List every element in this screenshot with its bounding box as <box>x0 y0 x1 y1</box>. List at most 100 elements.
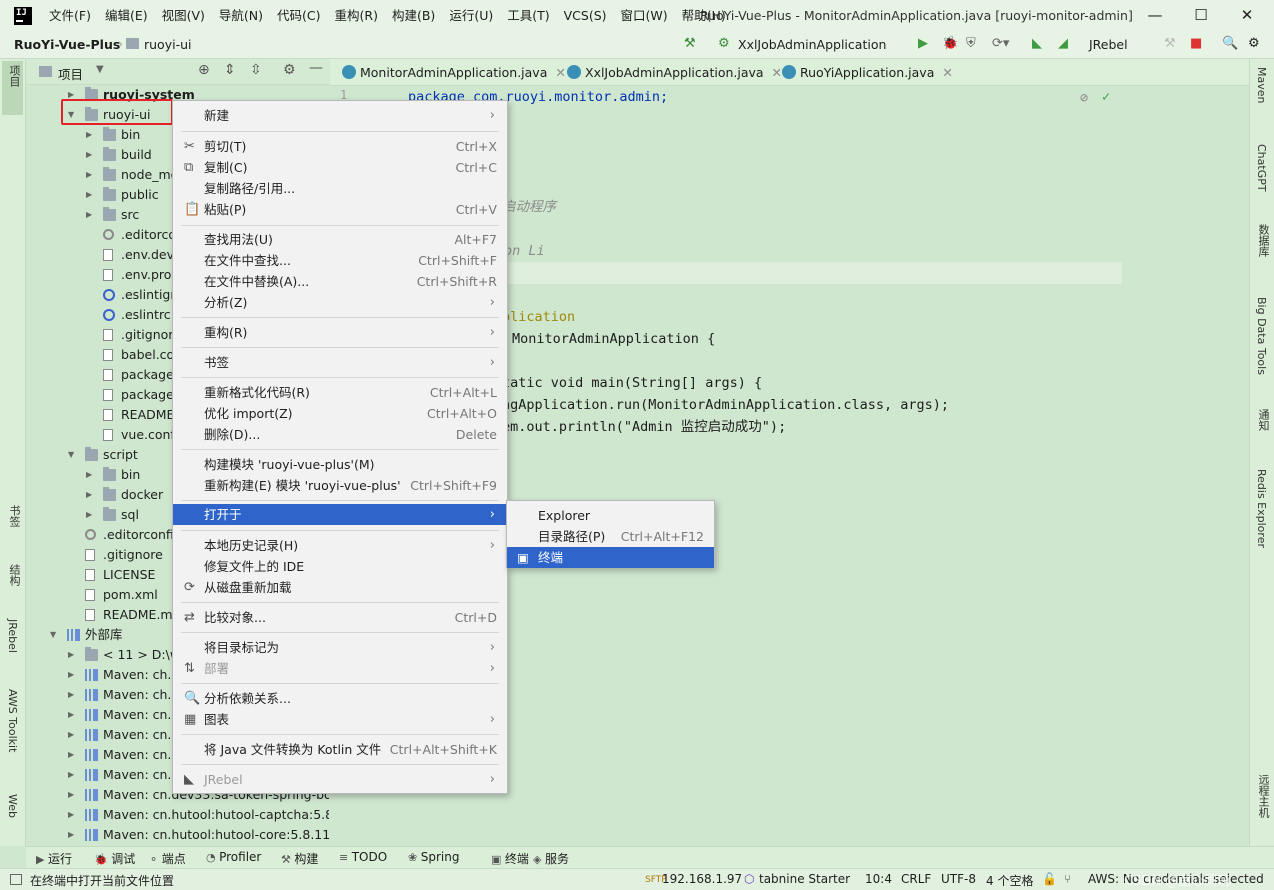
status-encoding[interactable]: UTF-8 <box>941 872 976 886</box>
jrebel-tool-tab[interactable]: JRebel <box>6 619 19 653</box>
maven-tool-tab[interactable]: Maven <box>1255 67 1268 103</box>
editor-tab[interactable]: RuoYiApplication.java ✕ <box>778 59 953 86</box>
jrebel-debug-icon[interactable]: ◢ <box>1058 36 1068 51</box>
collapse-arrow-icon[interactable]: ▶ <box>68 805 78 825</box>
run-icon[interactable]: ▶ <box>918 36 928 51</box>
context-menu-item[interactable]: 在文件中查找... Ctrl+Shift+F <box>173 250 507 271</box>
project-tool-tab[interactable]: 项目 <box>6 65 22 87</box>
coverage-icon[interactable]: ⛨ <box>966 36 976 51</box>
collapse-arrow-icon[interactable]: ▶ <box>68 785 78 805</box>
context-menu-item[interactable]: 分析(Z) › <box>173 292 507 313</box>
bookmarks-tool-tab[interactable]: 书签 <box>6 505 22 527</box>
structure-tool-tab[interactable]: 结构 <box>6 564 22 586</box>
collapse-arrow-icon[interactable]: ▶ <box>68 725 78 745</box>
context-menu-item[interactable]: 书签 › <box>173 352 507 373</box>
tool-window-4[interactable]: ⚒ 构建 <box>281 850 318 867</box>
collapse-arrow-icon[interactable]: ▶ <box>68 825 78 845</box>
search-icon[interactable]: 🔍 <box>1222 36 1238 51</box>
expand-arrow-icon[interactable]: ▼ <box>50 625 60 645</box>
jrebel-run-icon[interactable]: ◣ <box>1032 36 1042 51</box>
tool-window-5[interactable]: ≡ TODO <box>339 850 387 864</box>
status-ip[interactable]: 192.168.1.97 <box>662 872 742 886</box>
close-tab-icon[interactable]: ✕ <box>942 65 952 80</box>
status-tabnine[interactable]: tabnine Starter <box>759 872 850 886</box>
context-menu-item[interactable]: 修复文件上的 IDE <box>173 556 507 577</box>
context-menu-item[interactable]: 本地历史记录(H) › <box>173 535 507 556</box>
submenu-item[interactable]: 目录路径(P) Ctrl+Alt+F12 <box>507 526 714 547</box>
context-menu-item[interactable]: 将目录标记为 › <box>173 637 507 658</box>
maximize-button[interactable]: ☐ <box>1178 0 1224 31</box>
menu-2[interactable]: 视图(V) <box>155 0 212 31</box>
build-hammer-icon[interactable]: ⚒ <box>684 36 696 51</box>
collapse-arrow-icon[interactable]: ▶ <box>68 645 78 665</box>
editor-tab[interactable]: MonitorAdminApplication.java ✕ <box>338 59 566 86</box>
context-menu-item[interactable]: ⇄ 比较对象... Ctrl+D <box>173 607 507 628</box>
submenu-item[interactable]: Explorer <box>507 505 714 526</box>
status-indent[interactable]: 4 个空格 <box>986 872 1033 889</box>
chatgpt-tool-tab[interactable]: ChatGPT <box>1255 144 1268 192</box>
context-menu-item[interactable]: 复制路径/引用... <box>173 178 507 199</box>
chevron-down-icon[interactable]: ▼ <box>96 64 104 75</box>
aws-toolkit-tool-tab[interactable]: AWS Toolkit <box>6 689 19 752</box>
collapse-all-icon[interactable]: ⇳ <box>250 62 262 78</box>
menu-3[interactable]: 导航(N) <box>212 0 270 31</box>
status-position[interactable]: 10:4 <box>865 872 892 886</box>
menu-1[interactable]: 编辑(E) <box>98 0 155 31</box>
context-menu-item[interactable]: 删除(D)... Delete <box>173 424 507 445</box>
remote-host-tool-tab[interactable]: 远程主机 <box>1255 774 1271 818</box>
collapse-arrow-icon[interactable]: ▶ <box>86 465 96 485</box>
tool-window-2[interactable]: ⚬ 端点 <box>149 850 186 867</box>
hide-panel-icon[interactable]: — <box>309 60 323 76</box>
collapse-arrow-icon[interactable]: ▶ <box>68 665 78 685</box>
menu-0[interactable]: 文件(F) <box>42 0 98 31</box>
menu-6[interactable]: 构建(B) <box>385 0 442 31</box>
collapse-arrow-icon[interactable]: ▶ <box>86 125 96 145</box>
debug-icon[interactable]: 🐞 <box>942 36 958 51</box>
context-menu-item[interactable]: ⟳ 从磁盘重新加载 <box>173 577 507 598</box>
collapse-arrow-icon[interactable]: ▶ <box>86 165 96 185</box>
tool-window-6[interactable]: ❀ Spring <box>408 850 459 864</box>
project-view-title[interactable]: 项目 <box>58 64 83 83</box>
menu-8[interactable]: 工具(T) <box>500 0 556 31</box>
menu-9[interactable]: VCS(S) <box>557 0 614 31</box>
menu-4[interactable]: 代码(C) <box>270 0 327 31</box>
tool-window-7[interactable]: ▣ 终端 <box>491 850 529 867</box>
collapse-arrow-icon[interactable]: ▶ <box>86 485 96 505</box>
context-menu-item[interactable]: 优化 import(Z) Ctrl+Alt+O <box>173 403 507 424</box>
tool-window-3[interactable]: ◔ Profiler <box>206 850 261 864</box>
menu-7[interactable]: 运行(U) <box>442 0 500 31</box>
notifications-tool-tab[interactable]: 通知 <box>1255 409 1271 431</box>
context-menu-item[interactable]: 在文件中替换(A)... Ctrl+Shift+R <box>173 271 507 292</box>
expand-all-icon[interactable]: ⇕ <box>224 62 236 78</box>
locate-icon[interactable]: ⊕ <box>198 62 210 78</box>
web-tool-tab[interactable]: Web <box>6 794 19 818</box>
context-menu-item[interactable]: ✂ 剪切(T) Ctrl+X <box>173 136 507 157</box>
git-branch-icon[interactable]: ⑂ <box>1064 872 1071 886</box>
panel-toggle-icon[interactable] <box>10 874 22 885</box>
context-menu-item[interactable]: 查找用法(U) Alt+F7 <box>173 229 507 250</box>
context-menu-item[interactable]: 新建 › <box>173 105 507 126</box>
tool-window-8[interactable]: ◈ 服务 <box>533 850 569 867</box>
profile-icon[interactable]: ⟳▾ <box>992 36 1009 51</box>
database-tool-tab[interactable]: 数据库 <box>1255 224 1271 257</box>
reader-mode-icon[interactable]: ⊘ <box>1080 90 1088 106</box>
collapse-arrow-icon[interactable]: ▶ <box>68 765 78 785</box>
collapse-arrow-icon[interactable]: ▶ <box>68 685 78 705</box>
menu-5[interactable]: 重构(R) <box>328 0 385 31</box>
status-line-separator[interactable]: CRLF <box>901 872 931 886</box>
context-menu-item[interactable]: 重新格式化代码(R) Ctrl+Alt+L <box>173 382 507 403</box>
close-window-button[interactable]: ✕ <box>1224 0 1270 31</box>
stop-icon[interactable]: ■ <box>1190 36 1202 51</box>
jrebel-label[interactable]: JRebel <box>1089 37 1128 52</box>
context-menu-item[interactable]: 重构(R) › <box>173 322 507 343</box>
context-menu-item[interactable]: 重新构建(E) 模块 'ruoyi-vue-plus' Ctrl+Shift+F9 <box>173 475 507 496</box>
settings-gear-icon[interactable]: ⚙ <box>1248 36 1260 51</box>
collapse-arrow-icon[interactable]: ▶ <box>86 185 96 205</box>
options-gear-icon[interactable]: ⚙ <box>283 62 296 78</box>
context-menu-item[interactable]: 打开于 › <box>173 504 507 525</box>
tool-window-0[interactable]: ▶ 运行 <box>36 850 72 867</box>
menu-10[interactable]: 窗口(W) <box>614 0 675 31</box>
redis-explorer-tool-tab[interactable]: Redis Explorer <box>1255 469 1268 548</box>
tool-window-1[interactable]: 🐞 调试 <box>94 850 135 867</box>
collapse-arrow-icon[interactable]: ▶ <box>68 745 78 765</box>
